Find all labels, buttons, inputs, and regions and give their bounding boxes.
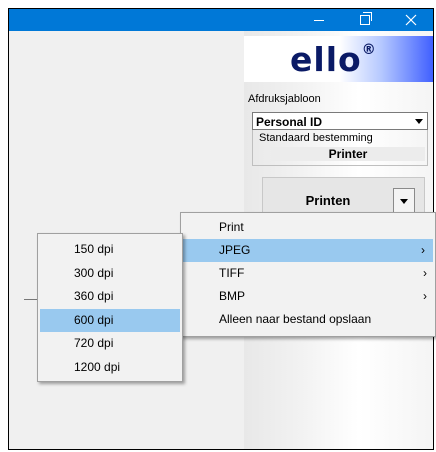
maximize-icon	[360, 12, 372, 25]
print-dropdown-button[interactable]	[393, 188, 415, 214]
dpi-item-label: 720 dpi	[74, 336, 114, 350]
destination-box: Standaard bestemming Printer	[252, 130, 428, 166]
menu-item-tiff[interactable]: TIFF ›	[181, 262, 435, 285]
menu-item-label: Print	[219, 220, 244, 234]
logo-banner: ello®	[244, 36, 433, 82]
menu-item-label: Alleen naar bestand opslaan	[219, 312, 372, 326]
minimize-button[interactable]	[296, 9, 342, 31]
close-button[interactable]	[388, 9, 433, 31]
template-value: Personal ID	[256, 115, 323, 129]
dpi-submenu: 150 dpi 300 dpi 360 dpi 600 dpi 720 dpi …	[37, 233, 183, 382]
dpi-item-label: 600 dpi	[74, 312, 114, 327]
chevron-down-icon	[411, 114, 426, 128]
dpi-item-label: 300 dpi	[74, 265, 114, 280]
menu-item-label: JPEG	[219, 243, 251, 257]
menu-item-print[interactable]: Print	[181, 216, 435, 239]
dpi-item-label: 150 dpi	[74, 242, 114, 256]
ello-logo: ello®	[290, 39, 377, 79]
dpi-item-label: 1200 dpi	[74, 359, 121, 374]
minimize-icon	[314, 19, 324, 21]
dpi-item-300[interactable]: 300 dpi	[38, 262, 182, 286]
dpi-item-label: 360 dpi	[74, 289, 114, 303]
menu-item-label: TIFF	[219, 266, 245, 280]
template-select[interactable]: Personal ID	[252, 112, 428, 130]
chevron-right-icon: ›	[423, 289, 427, 303]
title-bar	[9, 9, 433, 31]
destination-value: Printer	[271, 147, 425, 161]
print-context-menu: Print JPEG › TIFF › BMP › Alleen naar be…	[180, 212, 436, 337]
dpi-item-360[interactable]: 360 dpi	[38, 285, 182, 309]
menu-item-bmp[interactable]: BMP ›	[181, 285, 435, 308]
dpi-item-720[interactable]: 720 dpi	[38, 332, 182, 356]
close-icon	[405, 14, 417, 26]
dpi-item-1200[interactable]: 1200 dpi	[38, 356, 182, 380]
dpi-item-600[interactable]: 600 dpi	[40, 308, 180, 332]
menu-item-label: BMP	[219, 289, 246, 303]
chevron-right-icon: ›	[423, 266, 427, 280]
maximize-button[interactable]	[342, 9, 388, 31]
menu-item-save-to-file[interactable]: Alleen naar bestand opslaan	[181, 308, 435, 331]
menu-item-jpeg[interactable]: JPEG ›	[183, 239, 433, 262]
dpi-item-150[interactable]: 150 dpi	[38, 238, 182, 262]
template-label: Afdruksjabloon	[248, 93, 321, 105]
chevron-down-icon	[400, 198, 408, 204]
destination-label: Standaard bestemming	[259, 132, 373, 144]
chevron-right-icon: ›	[421, 243, 425, 257]
